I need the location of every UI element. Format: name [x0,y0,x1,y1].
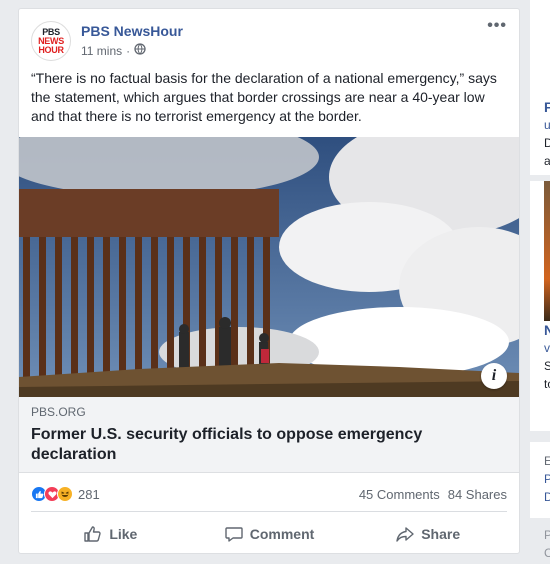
more-dots-icon[interactable]: ••• [487,18,507,34]
sidebar-footer: P C [544,526,550,562]
post-header: PBS NEWS HOUR PBS NewsHour 11 mins · ••• [31,18,507,67]
sidebar-footer-line-2[interactable]: C [544,544,550,562]
sidebar-card-2-title: N [544,322,550,338]
sidebar-footer-line-1[interactable]: P [544,526,550,544]
comments-count-link[interactable]: 45 Comments [359,487,440,502]
sidebar-card-1-line-2: D [544,136,550,150]
post-card: PBS NEWS HOUR PBS NewsHour 11 mins · •••… [18,8,520,554]
sidebar-card-1-line-1: u [544,118,550,132]
sidebar-card-3[interactable]: E P D [530,442,550,518]
sidebar-card-3-label: E [544,454,550,468]
shares-count-link[interactable]: 84 Shares [448,487,507,502]
like-button[interactable]: Like [31,517,190,551]
sidebar-card-2-image [544,181,550,321]
sidebar-card-2[interactable]: N v S to [530,181,550,431]
stats-right: 45 Comments 84 Shares [359,487,507,502]
reaction-count[interactable]: 281 [78,487,100,502]
globe-icon[interactable] [134,43,146,58]
comment-icon [225,527,243,542]
share-button[interactable]: Share [348,517,507,551]
sidebar-card-1-title: F [544,99,550,115]
page-name-link[interactable]: PBS NewsHour [81,23,183,39]
sidebar-card-3-line-2: D [544,490,550,504]
comment-label: Comment [249,526,315,542]
reactions-summary[interactable]: 281 [31,486,100,502]
sidebar-card-2-line-2: S [544,359,550,373]
engagement-stats: 281 45 Comments 84 Shares [31,483,507,505]
share-label: Share [421,526,461,542]
link-preview-image[interactable]: i [19,137,519,397]
page-avatar[interactable]: PBS NEWS HOUR [31,21,71,61]
post-meta: 11 mins · [81,43,146,58]
sidebar-card-2-line-1: v [544,341,550,355]
post-timestamp[interactable]: 11 mins [81,44,122,58]
share-arrow-icon [396,527,414,542]
post-text: “There is no factual basis for the decla… [31,70,497,124]
meta-separator: · [126,43,131,58]
thumbs-up-icon [84,526,101,542]
haha-reaction-icon [57,486,73,502]
comment-button[interactable]: Comment [190,517,349,551]
avatar-text-line-3: HOUR [38,44,64,55]
info-icon[interactable]: i [481,363,507,389]
border-fence-photo [19,137,519,397]
like-label: Like [109,526,138,542]
sidebar-card-3-line-1: P [544,472,550,486]
link-preview-meta[interactable]: PBS.ORG Former U.S. security officials t… [19,397,519,473]
link-domain: PBS.ORG [31,405,86,419]
sidebar-card-1-line-3: a [544,154,550,168]
post-actions: Like Comment Share [31,517,507,551]
sidebar-card-2-line-3: to [544,377,550,391]
link-title[interactable]: Former U.S. security officials to oppose… [31,425,507,465]
sidebar-card-1[interactable]: F u D a [530,0,550,175]
actions-divider [31,511,507,512]
